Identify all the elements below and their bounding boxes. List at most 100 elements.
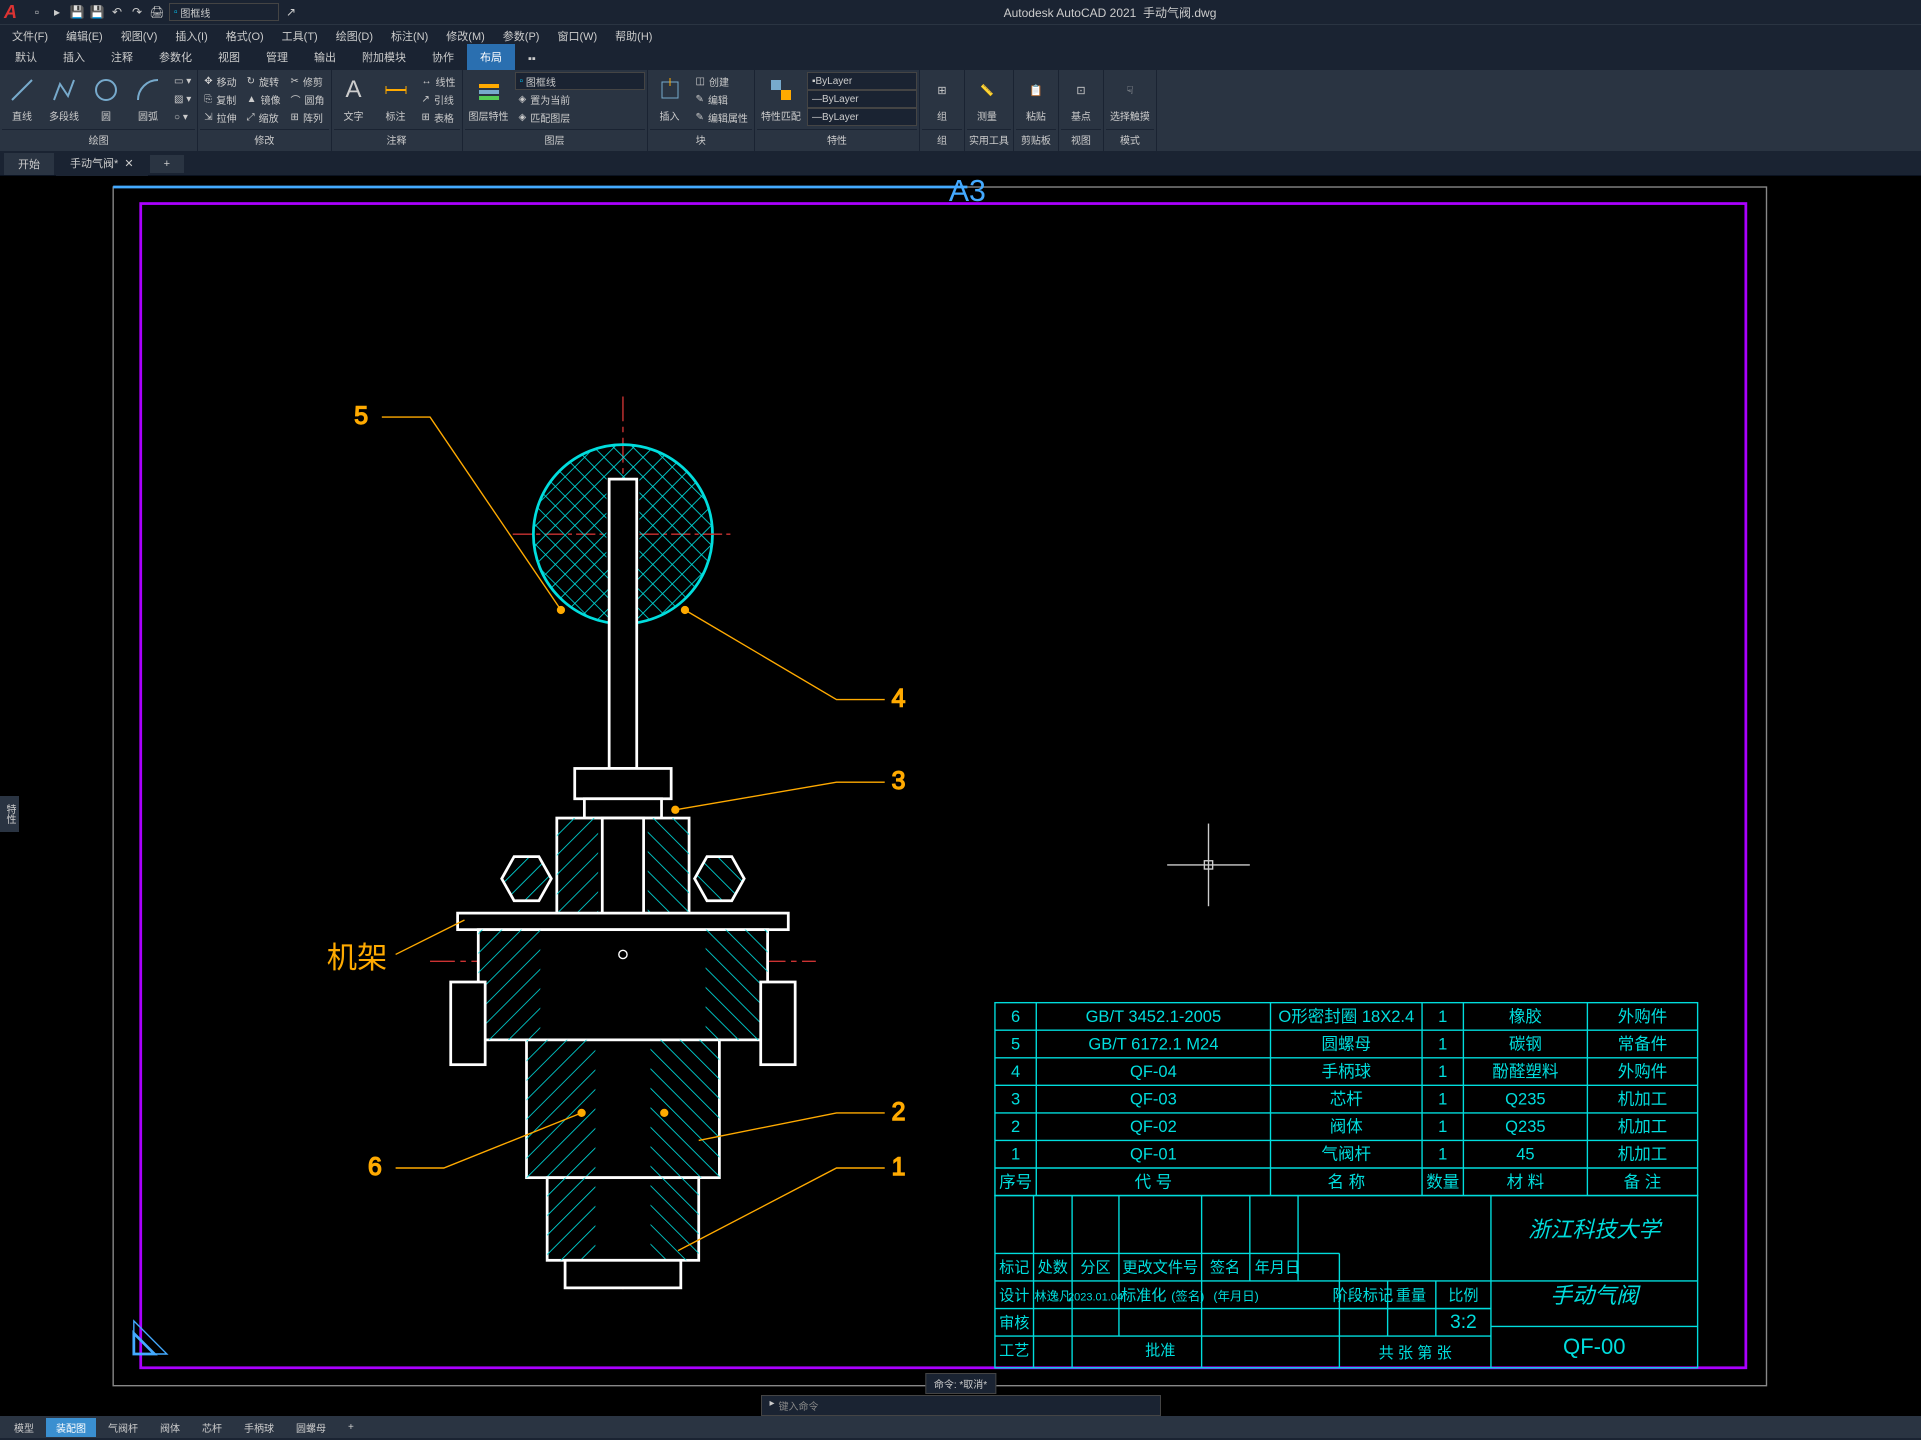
panel-draw-label: 绘图 [2, 129, 195, 149]
scale-button[interactable]: ⤢ 缩放 [243, 108, 285, 126]
group-button[interactable]: ⊞组 [922, 72, 962, 125]
saveas-icon[interactable]: 💾 [89, 4, 105, 20]
base-button[interactable]: ⊡基点 [1061, 72, 1101, 125]
undo-icon[interactable]: ↶ [109, 4, 125, 20]
table-button[interactable]: ⊞ 表格 [418, 108, 460, 126]
menu-param[interactable]: 参数(P) [495, 26, 548, 46]
menu-modify[interactable]: 修改(M) [438, 26, 493, 46]
doctab-current[interactable]: 手动气阀* ✕ [56, 152, 148, 176]
tab-manage[interactable]: 管理 [253, 44, 301, 70]
linear-button[interactable]: ↔ 线性 [418, 72, 460, 90]
rect-button[interactable]: ▭ ▾ [170, 72, 195, 90]
redo-icon[interactable]: ↷ [129, 4, 145, 20]
tab-parametric[interactable]: 参数化 [146, 44, 205, 70]
layerprops-button[interactable]: 图层特性 [465, 72, 513, 125]
array-button[interactable]: ⊞ 阵列 [287, 108, 329, 126]
tab-insert[interactable]: 插入 [50, 44, 98, 70]
menu-format[interactable]: 格式(O) [218, 26, 272, 46]
ellipse-button[interactable]: ○ ▾ [170, 108, 195, 126]
open-icon[interactable]: ▸ [49, 4, 65, 20]
btab-model[interactable]: 模型 [4, 1418, 44, 1437]
tab-layout[interactable]: 布局 [467, 44, 515, 70]
mirror-button[interactable]: ▲ 镜像 [243, 90, 285, 108]
doctab-start[interactable]: 开始 [4, 153, 54, 175]
tab-more[interactable]: ▪▪ [515, 48, 549, 70]
svg-text:5: 5 [1011, 1035, 1020, 1054]
drawing-canvas[interactable]: 特性 A3 [0, 176, 1921, 1416]
tab-addons[interactable]: 附加模块 [349, 44, 419, 70]
save-icon[interactable]: 💾 [69, 4, 85, 20]
tab-view[interactable]: 视图 [205, 44, 253, 70]
btab-ball[interactable]: 手柄球 [234, 1418, 284, 1437]
menu-help[interactable]: 帮助(H) [607, 26, 660, 46]
frame-label: 机架 [327, 941, 388, 975]
leader-button[interactable]: ↗ 引线 [418, 90, 460, 108]
measure-button[interactable]: 📏测量 [967, 72, 1007, 125]
plot-icon[interactable]: 🖨 [149, 4, 165, 20]
menu-view[interactable]: 视图(V) [113, 26, 166, 46]
share-icon[interactable]: ↗ [283, 4, 299, 20]
svg-text:标准化: 标准化 [1121, 1287, 1166, 1304]
arc-button[interactable]: 圆弧 [128, 72, 168, 125]
menu-file[interactable]: 文件(F) [4, 26, 56, 46]
tab-collab[interactable]: 协作 [419, 44, 467, 70]
polyline-button[interactable]: 多段线 [44, 72, 84, 125]
tab-annotate[interactable]: 注释 [98, 44, 146, 70]
doctab-add[interactable]: + [150, 155, 184, 173]
tab-output[interactable]: 输出 [301, 44, 349, 70]
menu-draw[interactable]: 绘图(D) [328, 26, 381, 46]
svg-text:代 号: 代 号 [1135, 1172, 1173, 1191]
palette-tab[interactable]: 特性 [0, 796, 19, 832]
menu-insert[interactable]: 插入(I) [167, 26, 215, 46]
setcurrent-button[interactable]: ◈ 置为当前 [515, 90, 645, 108]
fillet-button[interactable]: ⌒ 圆角 [287, 90, 329, 108]
dim-button[interactable]: 标注 [376, 72, 416, 125]
svg-text:名 称: 名 称 [1327, 1172, 1365, 1191]
stretch-button[interactable]: ⇲ 拉伸 [200, 108, 240, 126]
qat-layer-combo[interactable]: ▫ 图框线 [169, 3, 279, 21]
current-layer-combo[interactable]: ▫ 图框线 [515, 72, 645, 90]
tab-default[interactable]: 默认 [2, 44, 50, 70]
circle-button[interactable]: 圆 [86, 72, 126, 125]
line-button[interactable]: 直线 [2, 72, 42, 125]
btab-stem[interactable]: 气阀杆 [98, 1418, 148, 1437]
btab-body[interactable]: 阀体 [150, 1418, 190, 1437]
btab-nut[interactable]: 圆螺母 [286, 1418, 336, 1437]
hatch-button[interactable]: ▨ ▾ [170, 90, 195, 108]
command-line[interactable]: ▸键入命令 [761, 1395, 1161, 1416]
copy-button[interactable]: ⎘ 复制 [200, 90, 240, 108]
paste-button[interactable]: 📋粘贴 [1016, 72, 1056, 125]
menu-dim[interactable]: 标注(N) [383, 26, 436, 46]
btab-add[interactable]: + [338, 1420, 364, 1435]
blockcreate-button[interactable]: ◫ 创建 [692, 72, 752, 90]
rotate-button[interactable]: ↻ 旋转 [243, 72, 285, 90]
btab-assembly[interactable]: 装配图 [46, 1418, 96, 1437]
blockedit-button[interactable]: ✎ 编辑 [692, 90, 752, 108]
trim-button[interactable]: ✂ 修剪 [287, 72, 329, 90]
lineweight-combo[interactable]: — ByLayer [807, 90, 917, 108]
touch-button[interactable]: ☟选择触摸 [1106, 72, 1154, 125]
svg-text:碳钢: 碳钢 [1509, 1035, 1542, 1054]
btab-core[interactable]: 芯杆 [192, 1418, 232, 1437]
menu-tools[interactable]: 工具(T) [274, 26, 326, 46]
svg-text:45: 45 [1516, 1145, 1534, 1164]
text-button[interactable]: A文字 [334, 72, 374, 125]
matchprops-button[interactable]: 特性匹配 [757, 72, 805, 125]
svg-text:6: 6 [1011, 1007, 1020, 1026]
svg-text:QF-00: QF-00 [1563, 1334, 1625, 1359]
new-icon[interactable]: ▫ [29, 4, 45, 20]
matchlayer-button[interactable]: ◈ 匹配图层 [515, 108, 645, 126]
svg-text:6: 6 [368, 1154, 382, 1181]
linetype-combo[interactable]: — ByLayer [807, 108, 917, 126]
svg-text:更改文件号: 更改文件号 [1122, 1260, 1198, 1277]
panel-block: 插入 ◫ 创建 ✎ 编辑 ✎ 编辑属性 块 [648, 70, 755, 151]
menu-window[interactable]: 窗口(W) [549, 26, 605, 46]
blockinsert-button[interactable]: 插入 [650, 72, 690, 125]
editattr-button[interactable]: ✎ 编辑属性 [692, 108, 752, 126]
panel-view: ⊡基点 视图 [1059, 70, 1104, 151]
color-combo[interactable]: ▪ ByLayer [807, 72, 917, 90]
svg-text:气阀杆: 气阀杆 [1321, 1145, 1371, 1164]
move-button[interactable]: ✥ 移动 [200, 72, 240, 90]
svg-text:(年月日): (年月日) [1213, 1289, 1258, 1303]
menu-edit[interactable]: 编辑(E) [58, 26, 111, 46]
